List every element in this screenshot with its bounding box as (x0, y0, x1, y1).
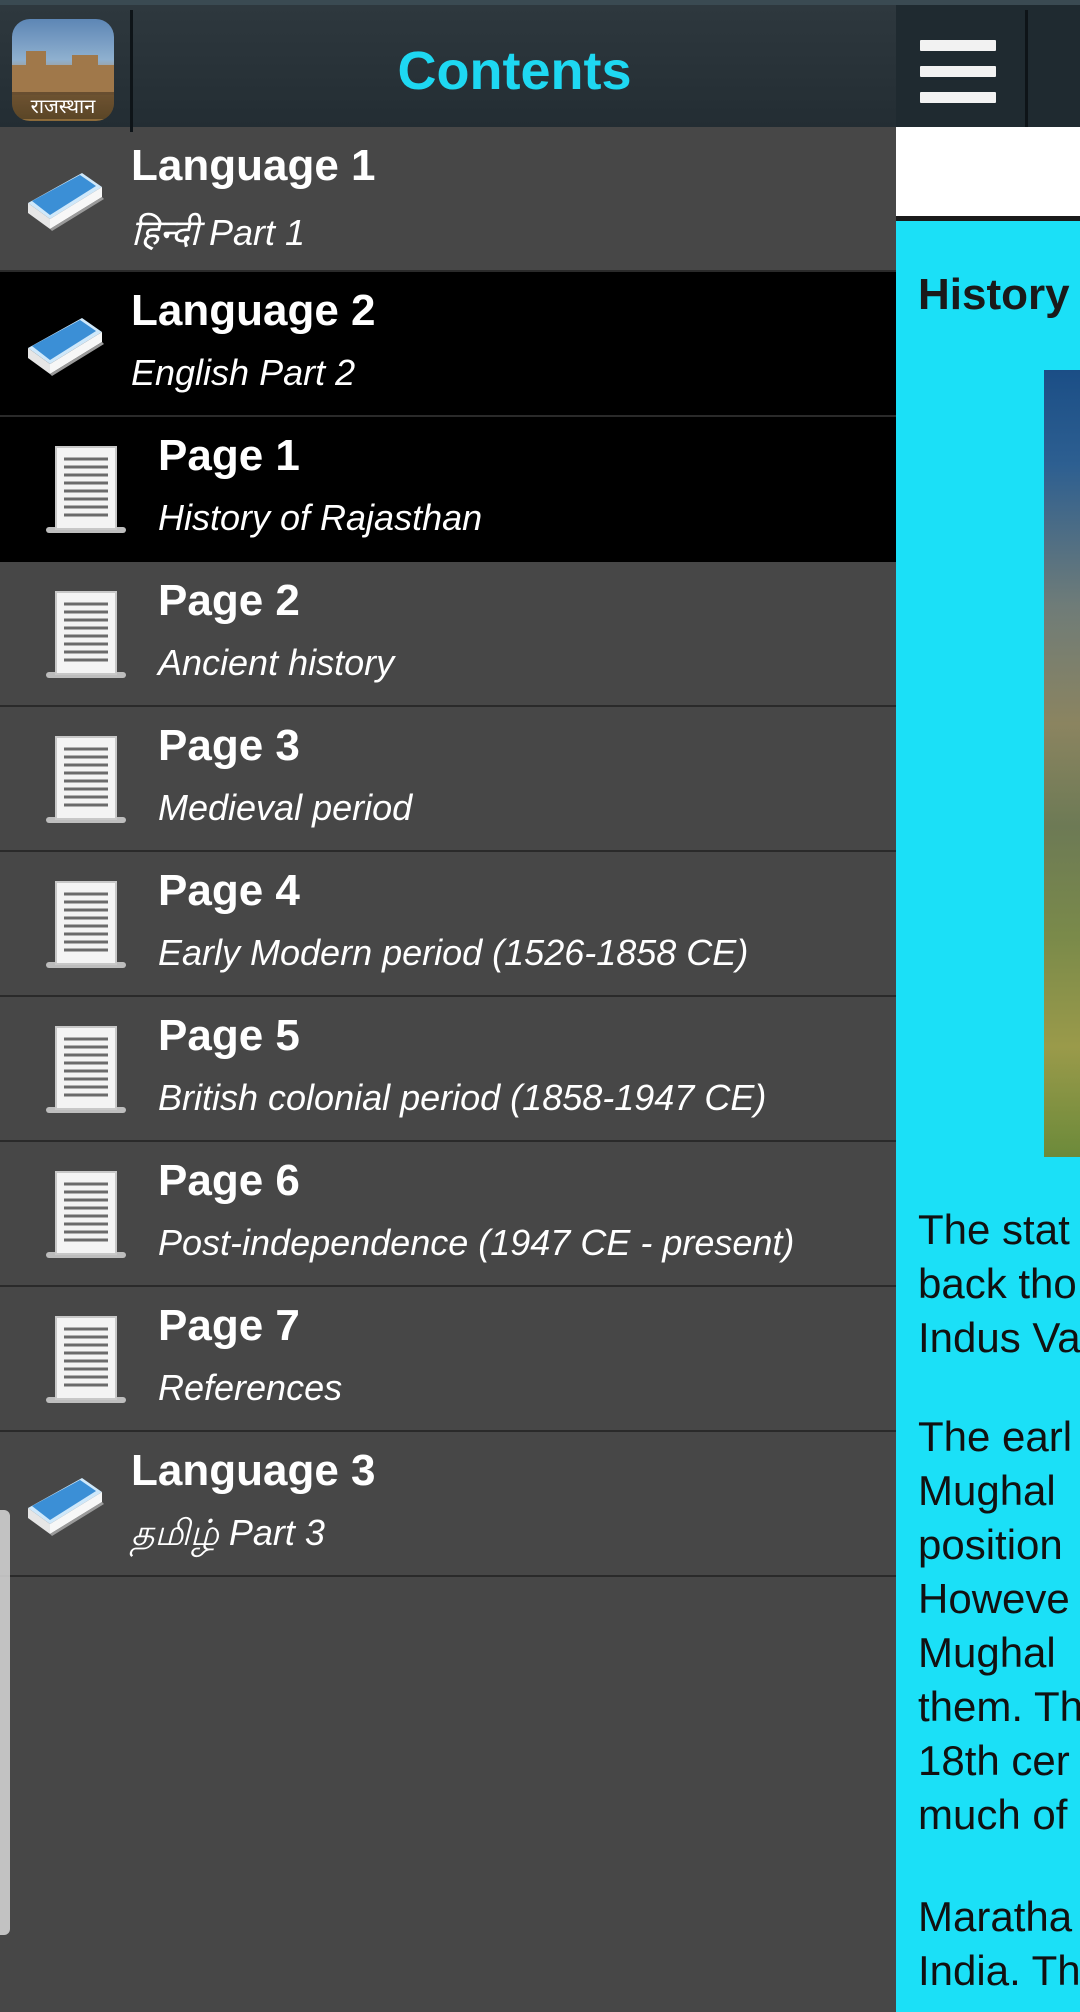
hamburger-menu-button[interactable] (896, 10, 1028, 132)
drawer-header: राजस्थान Contents (0, 0, 896, 132)
content-tab-strip (896, 127, 1080, 221)
item-title: Page 1 (158, 431, 300, 480)
drawer-item-page-3[interactable]: Page 3 Medieval period (0, 707, 896, 852)
document-icon (46, 591, 126, 678)
item-title: Page 2 (158, 576, 300, 625)
item-title: Page 7 (158, 1301, 300, 1350)
item-subtitle: हिन्दी Part 1 (131, 212, 306, 253)
content-image (1044, 370, 1080, 1157)
item-subtitle: References (158, 1367, 343, 1408)
content-heading: History (918, 270, 1070, 319)
drawer-item-page-5[interactable]: Page 5 British colonial period (1858-194… (0, 997, 896, 1142)
scroll-indicator[interactable] (0, 1510, 10, 1935)
app-logo-text: राजस्थान (12, 92, 114, 119)
book-icon (28, 1478, 104, 1536)
drawer-item-page-7[interactable]: Page 7 References (0, 1287, 896, 1432)
drawer-item-page-1[interactable]: Page 1 History of Rajasthan (0, 417, 896, 562)
content-paragraph: The earl Mughal position Howeve Mughal t… (918, 1413, 1080, 1838)
drawer-item-page-6[interactable]: Page 6 Post-independence (1947 CE - pres… (0, 1142, 896, 1287)
content-paragraph: Maratha India. Th ... (918, 1893, 1080, 2012)
drawer-item-language-2[interactable]: Language 2 English Part 2 (0, 272, 896, 417)
content-paragraph: The stat back tho Indus Va (918, 1206, 1080, 1361)
menu-icon (920, 40, 996, 51)
item-subtitle: English Part 2 (131, 352, 356, 393)
document-icon (46, 446, 126, 533)
item-title: Language 3 (131, 1446, 376, 1495)
content-panel: History The stat back tho Indus Va The e… (896, 0, 1080, 2012)
item-subtitle: தமிழ் Part 3 (131, 1512, 325, 1553)
content-toolbar (896, 0, 1080, 132)
item-title: Language 2 (131, 286, 376, 335)
item-title: Page 3 (158, 721, 300, 770)
drawer-item-page-4[interactable]: Page 4 Early Modern period (1526-1858 CE… (0, 852, 896, 997)
item-subtitle: British colonial period (1858-1947 CE) (158, 1077, 767, 1118)
document-icon (46, 1316, 126, 1403)
item-title: Page 5 (158, 1011, 300, 1060)
item-subtitle: Ancient history (158, 642, 395, 683)
book-icon (28, 173, 104, 231)
item-subtitle: Early Modern period (1526-1858 CE) (158, 932, 749, 973)
navigation-drawer: राजस्थान Contents Language 1 हिन्दी Part… (0, 0, 896, 2012)
document-icon (46, 1171, 126, 1258)
item-title: Page 4 (158, 866, 300, 915)
document-icon (46, 736, 126, 823)
document-icon (46, 1026, 126, 1113)
item-subtitle: Medieval period (158, 787, 413, 828)
item-subtitle: Post-independence (1947 CE - present) (158, 1222, 795, 1263)
app-logo[interactable]: राजस्थान (12, 19, 114, 121)
item-title: Page 6 (158, 1156, 300, 1205)
drawer-item-page-2[interactable]: Page 2 Ancient history (0, 562, 896, 707)
drawer-title: Contents (397, 41, 632, 101)
document-icon (46, 881, 126, 968)
drawer-item-language-1[interactable]: Language 1 हिन्दी Part 1 (0, 127, 896, 272)
book-icon (28, 318, 104, 376)
drawer-item-language-3[interactable]: Language 3 தமிழ் Part 3 (0, 1432, 896, 1577)
item-title: Language 1 (131, 141, 376, 190)
item-subtitle: History of Rajasthan (158, 497, 483, 538)
